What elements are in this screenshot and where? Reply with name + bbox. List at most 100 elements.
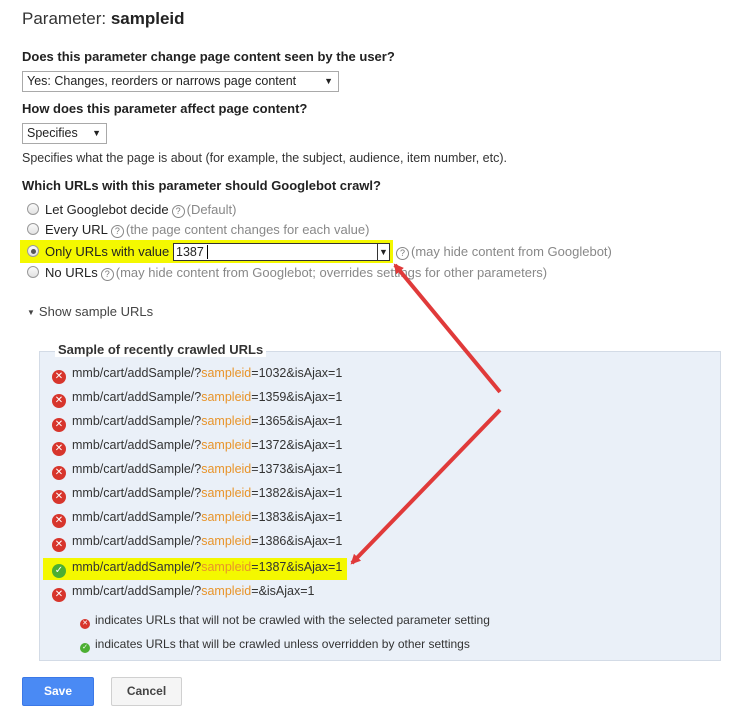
- help-circle-icon[interactable]: ?: [396, 247, 409, 260]
- check-circle-icon: ✓: [80, 643, 90, 653]
- question-content-change: Does this parameter change page content …: [22, 49, 395, 64]
- radio-option-label: Every URL: [45, 222, 108, 237]
- url-row: ✕ mmb/cart/addSample/?sampleid=1365&isAja…: [52, 414, 342, 432]
- url-row: ✕ mmb/cart/addSample/?sampleid=1386&isAja…: [52, 534, 342, 552]
- url-prefix: mmb/cart/addSample/?: [72, 510, 202, 524]
- chevron-down-icon: ▼: [324, 76, 333, 86]
- url-suffix: =1383&isAjax=1: [251, 510, 343, 524]
- radio-option-hint: (Default): [186, 202, 237, 217]
- url-param: sampleid: [201, 390, 252, 404]
- x-circle-icon: ✕: [52, 588, 66, 602]
- url-suffix: =1387&isAjax=1: [251, 560, 343, 574]
- url-prefix: mmb/cart/addSample/?: [72, 584, 202, 598]
- url-suffix: =1372&isAjax=1: [251, 438, 343, 452]
- x-circle-icon: ✕: [52, 394, 66, 408]
- radio-option-hint: (the page content changes for each value…: [125, 222, 370, 237]
- x-circle-icon: ✕: [52, 538, 66, 552]
- cancel-button[interactable]: Cancel: [111, 677, 182, 706]
- url-row-crawled: ✓ mmb/cart/addSample/?sampleid=1387&isAja…: [52, 560, 342, 578]
- url-param: sampleid: [201, 366, 252, 380]
- x-circle-icon: ✕: [52, 370, 66, 384]
- url-prefix: mmb/cart/addSample/?: [72, 486, 202, 500]
- url-suffix: =1382&isAjax=1: [251, 486, 343, 500]
- crawl-value-input[interactable]: 1387 ▼: [173, 243, 390, 261]
- only-value-hint-group: ? (may hide content from Googlebot): [393, 244, 612, 262]
- url-row: ✕ mmb/cart/addSample/?sampleid=1382&isAja…: [52, 486, 342, 504]
- url-row: ✕ mmb/cart/addSample/?sampleid=1383&isAja…: [52, 510, 342, 528]
- affect-content-select[interactable]: Specifies ▼: [22, 123, 107, 144]
- url-prefix: mmb/cart/addSample/?: [72, 462, 202, 476]
- toggle-label: Show sample URLs: [38, 304, 154, 319]
- url-suffix: =1373&isAjax=1: [251, 462, 343, 476]
- url-row: ✕ mmb/cart/addSample/?sampleid=1032&isAja…: [52, 366, 342, 384]
- help-circle-icon[interactable]: ?: [100, 268, 114, 281]
- affect-content-select-value: Specifies: [27, 126, 78, 140]
- x-circle-icon: ✕: [80, 619, 90, 629]
- save-button[interactable]: Save: [22, 677, 94, 706]
- parameter-name: sampleid: [110, 9, 185, 28]
- radio-option-hint: (may hide content from Googlebot; overri…: [115, 265, 548, 280]
- content-change-select-value: Yes: Changes, reorders or narrows page c…: [27, 74, 297, 88]
- legend-text: indicates URLs that will be crawled unle…: [95, 637, 470, 651]
- url-prefix: mmb/cart/addSample/?: [72, 390, 202, 404]
- url-row: ✕ mmb/cart/addSample/?sampleid=1359&isAja…: [52, 390, 342, 408]
- legend-not-crawled: ✕ indicates URLs that will not be crawled…: [80, 613, 490, 629]
- question-crawl-urls: Which URLs with this parameter should Go…: [22, 178, 381, 193]
- radio-button[interactable]: [27, 223, 39, 235]
- x-circle-icon: ✕: [52, 466, 66, 480]
- radio-button[interactable]: [27, 203, 39, 215]
- affect-content-description: Specifies what the page is about (for ex…: [22, 151, 507, 165]
- url-prefix: mmb/cart/addSample/?: [72, 438, 202, 452]
- text-cursor: [207, 245, 208, 259]
- question-affect-content: How does this parameter affect page cont…: [22, 101, 308, 116]
- radio-option-label: Only URLs with value: [45, 244, 170, 259]
- url-param: sampleid: [201, 486, 252, 500]
- help-circle-icon[interactable]: ?: [171, 205, 185, 218]
- page-title-prefix: Parameter:: [22, 9, 111, 28]
- caret-down-icon: ▼: [27, 308, 35, 317]
- url-prefix: mmb/cart/addSample/?: [72, 560, 202, 574]
- url-suffix: =1386&isAjax=1: [251, 534, 343, 548]
- chevron-down-icon: ▼: [92, 128, 101, 138]
- url-row: ✕ mmb/cart/addSample/?sampleid=&isAjax=1: [52, 584, 315, 602]
- radio-option-only-value[interactable]: Only URLs with value: [27, 244, 169, 262]
- url-suffix: =1359&isAjax=1: [251, 390, 343, 404]
- url-prefix: mmb/cart/addSample/?: [72, 366, 202, 380]
- url-param: sampleid: [201, 534, 252, 548]
- url-param: sampleid: [201, 560, 252, 574]
- url-param: sampleid: [201, 510, 252, 524]
- chevron-down-icon[interactable]: ▼: [377, 244, 389, 260]
- help-circle-icon[interactable]: ?: [110, 225, 124, 238]
- url-param: sampleid: [201, 438, 252, 452]
- url-prefix: mmb/cart/addSample/?: [72, 414, 202, 428]
- x-circle-icon: ✕: [52, 514, 66, 528]
- legend-text: indicates URLs that will not be crawled …: [95, 613, 490, 627]
- url-row: ✕ mmb/cart/addSample/?sampleid=1372&isAja…: [52, 438, 342, 456]
- x-circle-icon: ✕: [52, 442, 66, 456]
- legend-crawled: ✓ indicates URLs that will be crawled unl…: [80, 637, 470, 653]
- x-circle-icon: ✕: [52, 490, 66, 504]
- radio-option-hint: (may hide content from Googlebot): [411, 244, 612, 259]
- radio-option-label: Let Googlebot decide: [45, 202, 169, 217]
- url-suffix: =1365&isAjax=1: [251, 414, 343, 428]
- content-change-select[interactable]: Yes: Changes, reorders or narrows page c…: [22, 71, 339, 92]
- url-suffix: =1032&isAjax=1: [251, 366, 343, 380]
- show-sample-urls-toggle[interactable]: ▼ Show sample URLs: [27, 304, 153, 319]
- crawl-value-text: 1387: [176, 245, 204, 259]
- sample-urls-title: Sample of recently crawled URLs: [55, 342, 267, 357]
- x-circle-icon: ✕: [52, 418, 66, 432]
- url-suffix: =&isAjax=1: [251, 584, 315, 598]
- radio-option-every-url[interactable]: Every URL? (the page content changes for …: [27, 222, 369, 240]
- url-prefix: mmb/cart/addSample/?: [72, 534, 202, 548]
- radio-button-selected[interactable]: [27, 245, 39, 257]
- radio-option-let-googlebot[interactable]: Let Googlebot decide? (Default): [27, 202, 236, 220]
- url-param: sampleid: [201, 584, 252, 598]
- check-circle-icon: ✓: [52, 564, 66, 578]
- radio-option-no-urls[interactable]: No URLs? (may hide content from Googlebot…: [27, 265, 547, 283]
- url-param: sampleid: [201, 414, 252, 428]
- url-param: sampleid: [201, 462, 252, 476]
- url-row: ✕ mmb/cart/addSample/?sampleid=1373&isAja…: [52, 462, 342, 480]
- radio-option-label: No URLs: [45, 265, 98, 280]
- page-title: Parameter: sampleid: [22, 9, 185, 29]
- radio-button[interactable]: [27, 266, 39, 278]
